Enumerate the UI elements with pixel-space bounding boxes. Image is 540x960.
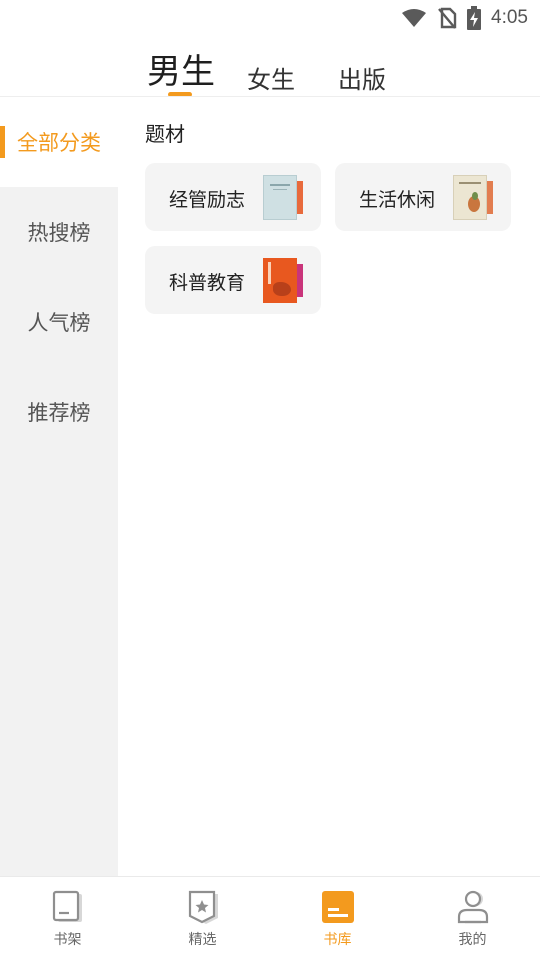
category-card-label: 科普教育 xyxy=(169,272,246,294)
book-cover-image xyxy=(453,175,493,220)
section-title: 题材 xyxy=(145,122,185,146)
sidebar-item-label: 全部分类 xyxy=(17,131,101,155)
sidebar-item-label: 热搜榜 xyxy=(27,221,91,245)
featured-badge-icon xyxy=(185,889,221,925)
sidebar-item-popularity[interactable]: 人气榜 xyxy=(0,277,118,367)
category-card-science-education[interactable]: 科普教育 xyxy=(145,246,321,314)
sidebar-item-hot-search[interactable]: 热搜榜 xyxy=(0,187,118,277)
category-card-lifestyle[interactable]: 生活休闲 xyxy=(335,163,511,231)
sidebar-item-recommended[interactable]: 推荐榜 xyxy=(0,367,118,457)
tab-female[interactable]: 女生 xyxy=(247,60,295,95)
status-icons: 4:05 xyxy=(401,6,528,30)
top-tabs: 男生 女生 出版 xyxy=(0,40,540,97)
profile-icon xyxy=(455,889,491,925)
battery-charging-icon xyxy=(467,6,482,30)
category-card-label: 经管励志 xyxy=(169,189,246,211)
library-icon xyxy=(320,889,356,925)
category-sidebar: 全部分类 热搜榜 人气榜 推荐榜 xyxy=(0,97,118,876)
sidebar-item-label: 人气榜 xyxy=(27,311,91,335)
nav-label: 我的 xyxy=(458,932,487,948)
nav-item-library[interactable]: 书库 xyxy=(270,877,405,960)
nav-label: 书架 xyxy=(53,932,82,948)
sidebar-item-all-categories[interactable]: 全部分类 xyxy=(0,97,118,187)
bottom-nav: 书架 精选 书库 我的 xyxy=(0,876,540,960)
sidebar-item-label: 推荐榜 xyxy=(27,401,91,425)
category-card-business[interactable]: 经管励志 xyxy=(145,163,321,231)
tab-publish[interactable]: 出版 xyxy=(338,60,386,95)
wifi-icon xyxy=(401,8,427,28)
nav-item-featured[interactable]: 精选 xyxy=(135,877,270,960)
nav-item-bookshelf[interactable]: 书架 xyxy=(0,877,135,960)
book-cover-image xyxy=(263,258,303,303)
nav-label: 精选 xyxy=(188,932,217,948)
category-card-label: 生活休闲 xyxy=(359,189,436,211)
nav-item-profile[interactable]: 我的 xyxy=(405,877,540,960)
tab-male[interactable]: 男生 xyxy=(147,44,215,93)
book-cover-image xyxy=(263,175,303,220)
sidebar-active-indicator xyxy=(0,126,5,158)
status-time: 4:05 xyxy=(491,7,528,28)
bookshelf-icon xyxy=(50,889,86,925)
nav-label: 书库 xyxy=(323,932,352,948)
no-sim-icon xyxy=(437,7,457,29)
status-bar: 4:05 xyxy=(0,0,540,36)
